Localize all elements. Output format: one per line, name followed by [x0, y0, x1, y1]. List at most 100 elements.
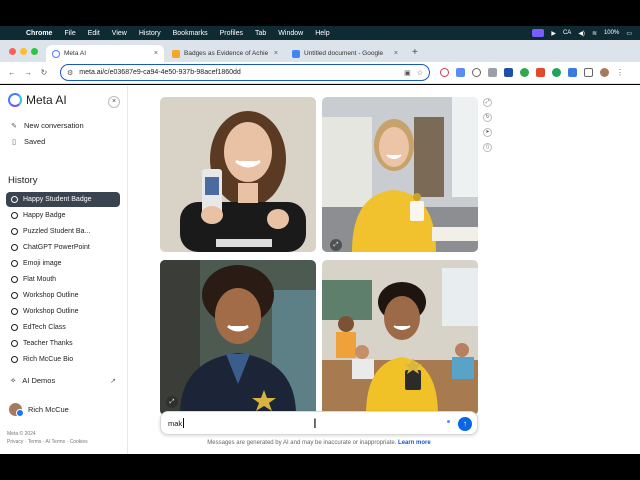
expand-image-icon[interactable]: ⤢	[330, 239, 342, 251]
footer-links[interactable]: Privacy · Terms · AI Terms · Cookies	[7, 438, 88, 446]
text-caret	[183, 418, 185, 428]
address-field[interactable]: ⚙ meta.ai/c/e03687e9-ca94-4e50-937b-98ac…	[60, 64, 430, 81]
history-item[interactable]: Puzzled Student Ba...	[6, 224, 120, 239]
forward-icon[interactable]: →	[20, 68, 36, 77]
close-window-icon[interactable]	[9, 48, 16, 55]
disclaimer-text: Messages are generated by AI and may be …	[207, 440, 397, 446]
close-tab-icon[interactable]: ×	[274, 50, 278, 57]
prompt-text[interactable]: mak	[168, 419, 182, 428]
voice-indicator-icon	[447, 420, 450, 423]
new-conversation-button[interactable]: ✎ New conversation	[10, 121, 84, 130]
prompt-input[interactable]: mak I ↑	[160, 411, 478, 435]
regenerate-icon[interactable]: ↻	[483, 113, 492, 122]
boy-with-badge-image	[160, 260, 316, 415]
generated-image-2[interactable]	[322, 97, 478, 252]
zoom-window-icon[interactable]	[31, 48, 38, 55]
url-text[interactable]: meta.ai/c/e03687e9-ca94-4e50-937b-98acef…	[79, 69, 398, 76]
history-item[interactable]: EdTech Class	[6, 320, 120, 335]
tab-google-doc[interactable]: Untitled document - Google ×	[286, 45, 404, 62]
menu-bookmarks[interactable]: Bookmarks	[167, 30, 214, 37]
sidebar: Meta AI × ✎ New conversation ▯ Saved His…	[0, 85, 128, 454]
status-ca[interactable]: CA	[563, 30, 571, 36]
history-item[interactable]: Happy Badge	[6, 208, 120, 223]
red-extension-icon[interactable]	[536, 68, 545, 77]
new-tab-icon[interactable]: +	[406, 47, 424, 62]
screen-record-icon[interactable]	[532, 29, 545, 37]
student-with-badge-image	[322, 97, 478, 252]
green-extension-icon[interactable]	[520, 68, 529, 77]
u-extension-icon[interactable]	[504, 68, 513, 77]
tab-meta-ai[interactable]: Meta AI ×	[46, 45, 164, 62]
docs-favicon-icon	[292, 49, 300, 58]
share-icon[interactable]: ➤	[483, 128, 492, 137]
play-icon[interactable]: ▶	[551, 30, 556, 37]
generated-image-4[interactable]	[322, 260, 478, 415]
history-item[interactable]: Happy Student Badge	[6, 192, 120, 207]
menu-tab[interactable]: Tab	[249, 30, 272, 37]
tab-badges[interactable]: Badges as Evidence of Achie ×	[166, 45, 284, 62]
saved-button[interactable]: ▯ Saved	[10, 137, 45, 146]
image-actions: ⤢ ↻ ➤ ▯	[483, 98, 492, 152]
profile-avatar[interactable]	[600, 68, 609, 77]
grammar-extension-icon[interactable]	[552, 68, 561, 77]
classroom-badge-image	[322, 260, 478, 415]
menu-help[interactable]: Help	[309, 30, 335, 37]
ai-demos-link[interactable]: ✧ AI Demos ↗	[10, 376, 116, 385]
footer: Meta © 2024 Privacy · Terms · AI Terms ·…	[7, 430, 88, 446]
learn-more-link[interactable]: Learn more	[398, 440, 431, 446]
chat-icon	[11, 275, 18, 283]
history-item[interactable]: Workshop Outline	[6, 288, 120, 303]
grid-extension-icon[interactable]	[488, 68, 497, 77]
kebab-menu-icon[interactable]: ⋮	[616, 68, 624, 77]
menu-edit[interactable]: Edit	[82, 30, 106, 37]
chat-icon	[11, 339, 18, 347]
history-heading: History	[8, 175, 38, 186]
menu-history[interactable]: History	[133, 30, 167, 37]
close-sidebar-icon[interactable]: ×	[108, 96, 120, 108]
save-icon[interactable]: ▯	[483, 143, 492, 152]
meta-ai-page: Meta AI × ✎ New conversation ▯ Saved His…	[0, 85, 640, 454]
history-item[interactable]: ChatGPT PowerPoint	[6, 240, 120, 255]
chat-icon	[11, 307, 18, 315]
menu-chrome[interactable]: Chrome	[20, 30, 58, 37]
user-profile[interactable]: Rich McCue	[9, 403, 69, 417]
cloud-extension-icon[interactable]	[472, 68, 481, 77]
menu-view[interactable]: View	[106, 30, 133, 37]
cast-icon[interactable]: ▣	[404, 69, 411, 77]
history-item-label: EdTech Class	[23, 323, 66, 331]
site-settings-icon[interactable]: ⚙	[67, 69, 73, 77]
history-item[interactable]: Workshop Outline	[6, 304, 120, 319]
brand[interactable]: Meta AI	[8, 93, 67, 107]
window-controls	[0, 48, 46, 62]
blue-extension-icon[interactable]	[568, 68, 577, 77]
history-item[interactable]: Teacher Thanks	[6, 336, 120, 351]
wifi-icon[interactable]: ≋	[592, 30, 597, 37]
pocket-extension-icon[interactable]	[440, 68, 449, 77]
history-item[interactable]: Rich McCue Bio	[6, 352, 120, 367]
fullscreen-icon[interactable]: ⤢	[483, 98, 492, 107]
minimize-window-icon[interactable]	[20, 48, 27, 55]
generated-image-3[interactable]	[160, 260, 316, 415]
generated-image-1[interactable]	[160, 97, 316, 252]
external-link-icon: ↗	[110, 377, 116, 385]
volume-icon[interactable]: ◀)	[578, 30, 585, 37]
menu-window[interactable]: Window	[272, 30, 309, 37]
expand-image-icon[interactable]: ⤢	[166, 396, 178, 408]
copyright: Meta © 2024	[7, 431, 36, 437]
extensions-bar: ⋮	[440, 68, 624, 77]
chat-icon	[11, 291, 18, 299]
send-button[interactable]: ↑	[458, 417, 472, 431]
puzzle-extension-icon[interactable]	[584, 68, 593, 77]
history-item[interactable]: Flat Mouth	[6, 272, 120, 287]
reload-icon[interactable]: ↻	[36, 68, 52, 77]
bookmark-star-icon[interactable]: ☆	[417, 69, 423, 77]
close-tab-icon[interactable]: ×	[394, 50, 398, 57]
back-icon[interactable]: ←	[4, 68, 20, 77]
address-toolbar: ← → ↻ ⚙ meta.ai/c/e03687e9-ca94-4e50-937…	[0, 62, 640, 84]
menu-profiles[interactable]: Profiles	[214, 30, 249, 37]
close-tab-icon[interactable]: ×	[154, 50, 158, 57]
chat-icon	[11, 259, 18, 267]
history-item[interactable]: Emoji image	[6, 256, 120, 271]
docs-extension-icon[interactable]	[456, 68, 465, 77]
menu-file[interactable]: File	[58, 30, 81, 37]
